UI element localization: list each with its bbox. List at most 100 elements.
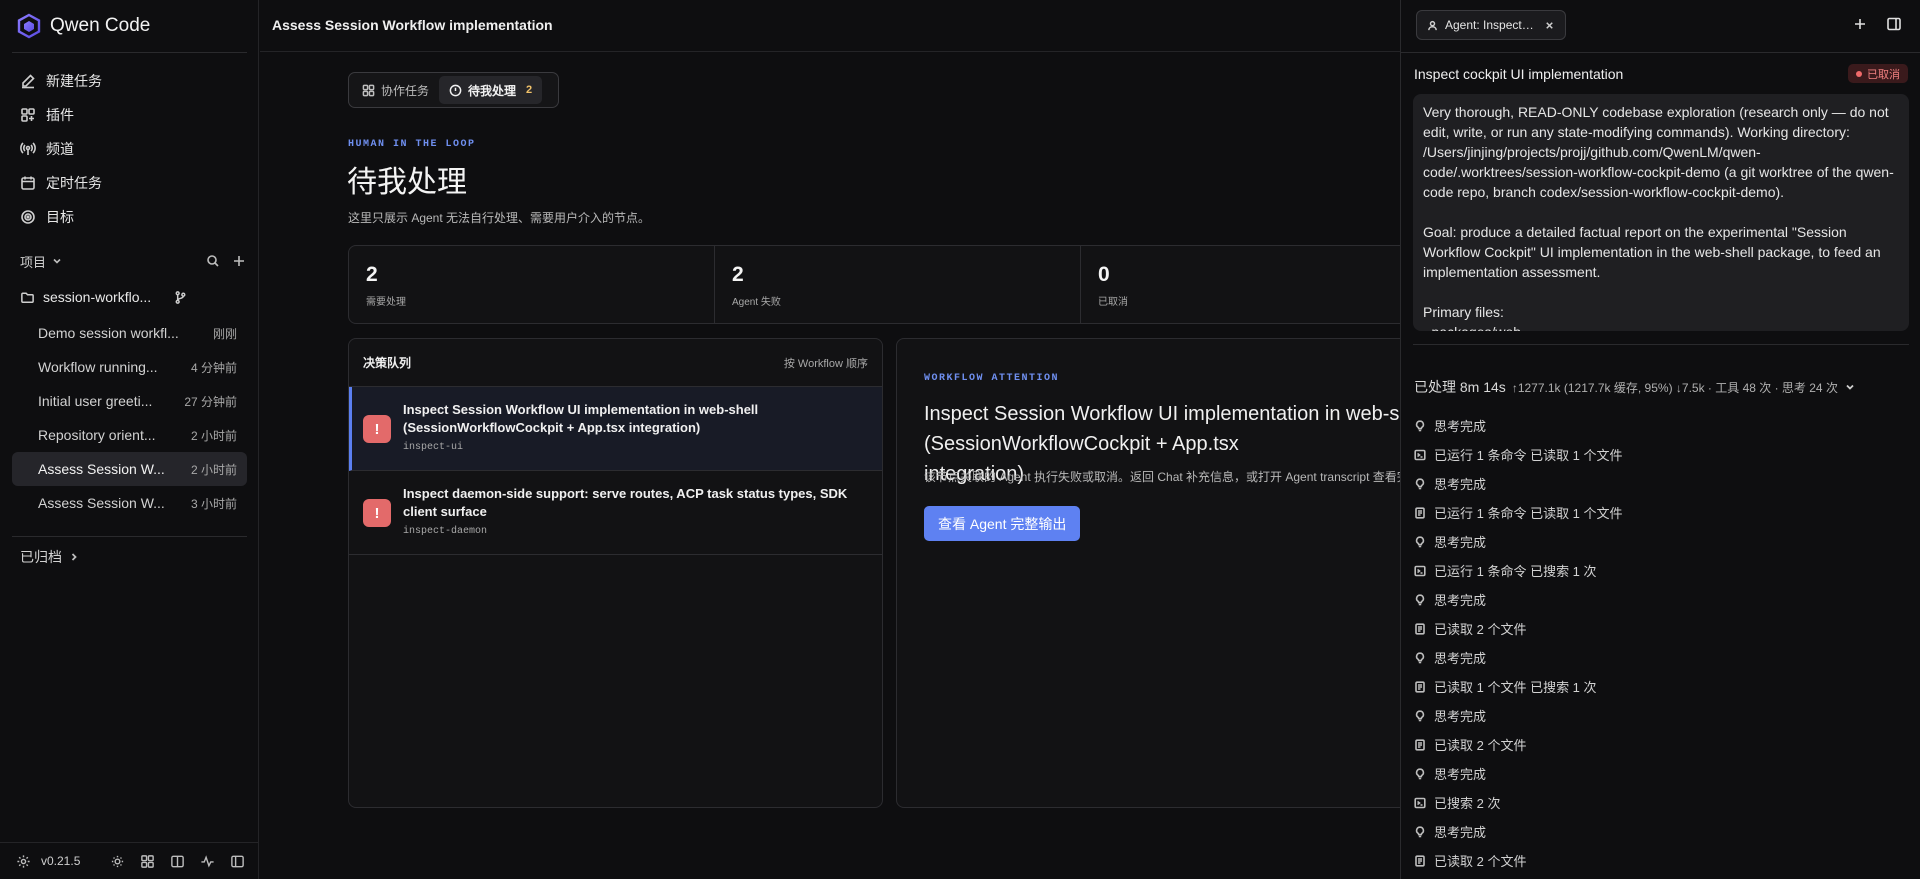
agent-title: Inspect cockpit UI implementation [1414,66,1624,82]
file-icon [1414,738,1426,751]
view-agent-output-button[interactable]: 查看 Agent 完整输出 [924,506,1081,541]
tab-pending[interactable]: 待我处理 2 [439,76,543,104]
session-item[interactable]: Demo session workfl... 刚刚 [12,316,247,350]
agent-tab[interactable]: Agent: Inspect cockpit UI implementation [1416,10,1566,40]
close-icon[interactable] [1544,20,1555,31]
summary-duration: 已处理 8m 14s [1414,379,1506,395]
session-item[interactable]: Repository orient... 2 小时前 [12,418,247,452]
step-item[interactable]: 已读取 2 个文件 [1414,730,1909,759]
sidebar-footer: v0.21.5 [16,852,245,870]
panel-icon[interactable] [230,854,245,869]
panel-actions [1852,16,1902,32]
divider [1401,52,1920,53]
session-item[interactable]: Assess Session W... 3 小时前 [12,486,247,520]
stat-needs-action: 2 需要处理 [349,246,715,323]
split-view-icon[interactable] [170,854,185,869]
session-item-active[interactable]: Assess Session W... 2 小时前 [12,452,247,486]
step-text: 思考完成 [1434,651,1487,666]
step-item[interactable]: 已读取 1 个文件 已搜索 1 次 [1414,672,1909,701]
search-icon[interactable] [206,254,220,268]
stat-value: 0 [1098,263,1110,286]
step-text: 已读取 2 个文件 [1434,622,1527,637]
section-description: 这里只展示 Agent 无法自行处理、需要用户介入的节点。 [348,211,651,225]
archived-toggle[interactable]: 已归档 [20,547,80,567]
step-item[interactable]: 已运行 1 条命令 已搜索 1 次 [1414,556,1909,585]
step-item[interactable]: 已读取 2 个文件 [1414,614,1909,643]
grid-icon[interactable] [140,854,155,869]
user-icon [1427,20,1438,31]
terminal-icon [1414,449,1426,461]
projects-label: 项目 [20,254,47,270]
broadcast-icon [20,141,36,157]
divider [12,52,247,53]
git-branch-icon[interactable] [173,290,188,305]
sun-icon[interactable] [110,854,125,869]
nav-channels[interactable]: 频道 [12,132,247,166]
sidebar-toggle-icon[interactable] [1886,16,1902,32]
step-item[interactable]: 思考完成 [1414,469,1909,498]
nav-new-task[interactable]: 新建任务 [12,64,247,98]
topbar: Assess Session Workflow implementation [260,0,1400,52]
settings-gear-icon[interactable] [16,854,31,869]
processing-summary[interactable]: 已处理 8m 14s ↑1277.1k (1217.7k 缓存, 95%) ↓7… [1414,378,1856,396]
bulb-icon [1414,477,1426,490]
brand[interactable]: Qwen Code [16,13,150,39]
step-item[interactable]: 思考完成 [1414,759,1909,788]
plus-icon[interactable] [232,254,246,268]
step-item[interactable]: 已运行 1 条命令 已读取 1 个文件 [1414,440,1909,469]
tab-collab-tasks[interactable]: 协作任务 [352,76,439,104]
queue-sort[interactable]: 按 Workflow 顺序 [784,355,868,371]
session-item[interactable]: Initial user greeti... 27 分钟前 [12,384,247,418]
session-title: Demo session workfl... [38,325,179,341]
projects-toggle[interactable]: 项目 [20,252,64,271]
step-item[interactable]: 思考完成 [1414,585,1909,614]
grid-icon [362,84,375,97]
chevron-down-icon [1844,381,1856,393]
nav-scheduled[interactable]: 定时任务 [12,166,247,200]
nav-plugins[interactable]: 插件 [12,98,247,132]
terminal-icon [1414,797,1426,809]
agent-tab-label: Agent: Inspect cockpit UI implementation [1445,18,1537,32]
folder-icon [20,290,35,305]
status-text: 已取消 [1867,68,1900,81]
stat-value: 2 [732,263,744,286]
step-item[interactable]: 思考完成 [1414,817,1909,846]
queue-item[interactable]: ! Inspect daemon-side support: serve rou… [349,471,882,555]
brand-name: Qwen Code [50,15,151,36]
pending-count-badge: 2 [526,84,533,96]
step-item[interactable]: 思考完成 [1414,701,1909,730]
file-icon [1414,854,1426,867]
decision-queue: 决策队列 按 Workflow 顺序 ! Inspect Session Wor… [348,338,883,808]
session-time: 27 分钟前 [184,394,237,409]
queue-item-id: inspect-ui [403,442,464,453]
alert-circle-icon [449,84,462,97]
step-item[interactable]: 已搜索 2 次 [1414,788,1909,817]
activity-icon[interactable] [200,854,215,869]
queue-item-active[interactable]: ! Inspect Session Workflow UI implementa… [349,387,882,471]
queue-header: 决策队列 按 Workflow 顺序 [349,339,882,387]
session-title: Assess Session W... [38,495,165,511]
nav-label: 频道 [46,141,74,157]
projects-header: 项目 [20,252,246,270]
agent-prompt[interactable]: Very thorough, READ-ONLY codebase explor… [1413,94,1909,331]
file-icon [1414,680,1426,693]
step-text: 思考完成 [1434,477,1487,492]
session-title: Workflow running... [38,359,158,375]
step-item[interactable]: 思考完成 [1414,643,1909,672]
project-folder[interactable]: session-workflo... [20,287,246,307]
step-item[interactable]: 已运行 1 条命令 已读取 1 个文件 [1414,498,1909,527]
terminal-icon [1414,565,1426,577]
file-icon [1414,622,1426,635]
main-content: Assess Session Workflow implementation 协… [260,0,1400,879]
plus-icon[interactable] [1852,16,1868,32]
alert-icon: ! [363,499,391,527]
step-item[interactable]: 思考完成 [1414,527,1909,556]
session-item[interactable]: Workflow running... 4 分钟前 [12,350,247,384]
bulb-icon [1414,651,1426,664]
step-text: 已读取 2 个文件 [1434,738,1527,753]
step-item[interactable]: 思考完成 [1414,411,1909,440]
queue-title: 决策队列 [363,356,412,370]
nav-goals[interactable]: 目标 [12,200,247,234]
step-item[interactable]: 已读取 2 个文件 [1414,846,1909,875]
stats-bar: 2 需要处理 2 Agent 失败 0 已取消 [348,245,1400,324]
